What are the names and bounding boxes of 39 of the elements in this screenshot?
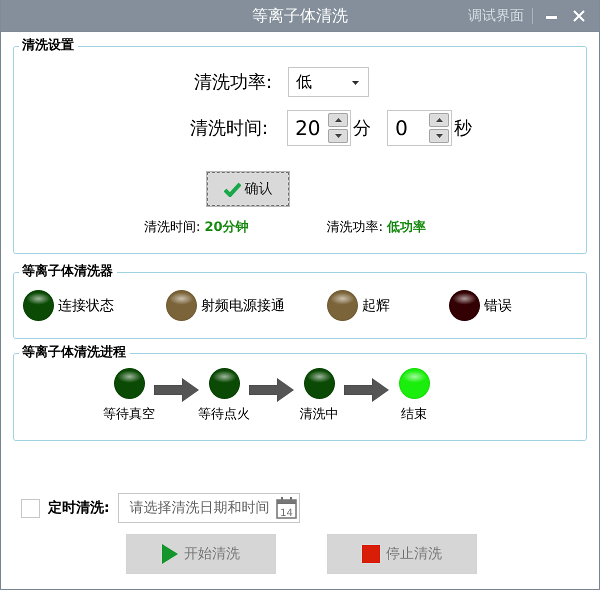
minutes-spinner[interactable]: 20	[287, 110, 352, 146]
unit-label: 分	[353, 117, 372, 140]
window-title: 等离子体清洗	[252, 6, 348, 26]
step-label: 结束	[401, 406, 427, 423]
checkmark-icon	[224, 182, 240, 196]
lamp-label: 射频电源接通	[201, 296, 285, 314]
caret-icon	[352, 81, 360, 85]
step-label: 等待真空	[103, 406, 155, 423]
summary-text: 清洗功率: 低功率	[326, 218, 426, 236]
decrement-button[interactable]	[328, 129, 348, 143]
lamp-label: 错误	[484, 296, 512, 314]
arrow-icon	[249, 378, 294, 402]
seconds-spinner[interactable]: 0	[387, 110, 452, 146]
arrow-icon	[154, 378, 199, 402]
power-label: 清洗功率:	[194, 71, 272, 94]
step-label: 清洗中	[300, 406, 338, 423]
up-arrow-icon	[436, 118, 443, 122]
increment-button[interactable]	[429, 113, 450, 127]
close-icon	[573, 10, 585, 22]
calendar-icon[interactable]: 14	[276, 497, 297, 519]
lamp-label: 起辉	[362, 296, 390, 314]
down-arrow-icon	[334, 134, 342, 138]
unit-label: 秒	[454, 117, 472, 140]
schedule-label: 定时清洗:	[48, 499, 110, 517]
lamp-label: 连接状态	[58, 296, 114, 314]
time-label: 清洗时间:	[190, 117, 268, 140]
step-label: 等待点火	[198, 406, 250, 423]
summary-text: 清洗时间: 20分钟	[144, 219, 249, 236]
up-arrow-icon	[334, 118, 342, 122]
date-field[interactable]: 请选择清洗日期和时间 14	[118, 493, 300, 523]
down-arrow-icon	[436, 134, 443, 138]
arrow-icon	[344, 378, 389, 402]
confirm-button[interactable]: 确认	[207, 172, 289, 206]
stop-icon	[362, 545, 380, 563]
increment-button[interactable]	[328, 113, 348, 127]
decrement-button[interactable]	[429, 129, 450, 143]
checkbox[interactable]	[21, 498, 40, 518]
play-icon	[162, 544, 178, 564]
power-dropdown[interactable]: 低	[288, 67, 370, 97]
